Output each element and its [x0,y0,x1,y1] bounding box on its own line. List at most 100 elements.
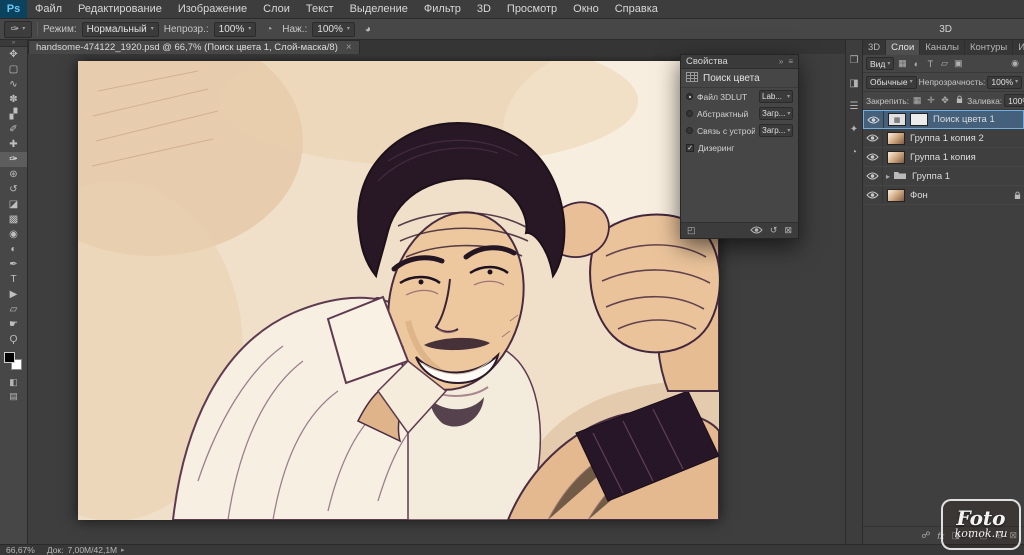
marquee-tool[interactable]: ▢ [0,62,27,77]
tab-paths[interactable]: Контуры [965,40,1013,55]
clip-to-layer-button[interactable]: ◰ [687,225,696,236]
collapsed-panel-icon[interactable]: ☰ [848,100,861,113]
clone-stamp-tool[interactable]: ⊛ [0,167,27,182]
dodge-tool[interactable]: ◐ [0,242,27,257]
tab-history[interactable]: История [1013,40,1024,55]
layer-visibility-toggle[interactable] [863,129,883,147]
collapsed-panel-icon[interactable]: ◔ [848,146,861,159]
abstract-radio[interactable] [686,110,693,117]
document-tab[interactable]: handsome-474122_1920.psd @ 66,7% (Поиск … [28,40,360,54]
layer-visibility-toggle[interactable] [863,167,883,185]
quick-mask-button[interactable]: ◧ [0,375,27,389]
status-arrow-icon[interactable]: ▸ [121,546,125,554]
3dlut-file-select[interactable]: Lab...▾ [759,90,793,103]
menu-help[interactable]: Справка [607,0,666,18]
layer-thumbnail[interactable] [887,151,905,164]
menu-filter[interactable]: Фильтр [416,0,469,18]
3dlut-file-radio[interactable] [686,93,693,100]
document-canvas[interactable] [78,61,719,520]
layer-filter-select[interactable]: Вид▾ [866,57,894,70]
abstract-select[interactable]: Загр...▾ [759,107,793,120]
lock-transparency-icon[interactable]: ▦ [911,95,923,106]
layer-thumbnail[interactable] [887,132,905,145]
zoom-level[interactable]: 66,67% [6,545,35,555]
smart-object-filter-icon[interactable]: ▣ [952,58,964,69]
group-expand-caret[interactable]: ▸ [883,172,893,181]
layer-opacity-select[interactable]: 100%▾ [987,76,1022,89]
menu-window[interactable]: Окно [565,0,607,18]
flow-select[interactable]: 100%▾ [312,22,355,37]
eyedropper-tool[interactable]: ✐ [0,122,27,137]
menu-select[interactable]: Выделение [342,0,416,18]
screen-mode-button[interactable]: ▤ [0,389,27,403]
layer-visibility-toggle[interactable] [864,111,884,128]
document-sizes[interactable]: Док: 7,00M/42,1M ▸ [47,545,125,555]
menu-file[interactable]: Файл [27,0,70,18]
lasso-tool[interactable]: ∿ [0,77,27,92]
layer-row-color-lookup[interactable]: ▦ Поиск цвета 1 [863,110,1024,129]
lock-pixels-icon[interactable]: ✛ [925,95,937,106]
device-link-select[interactable]: Загр...▾ [759,124,793,137]
properties-title-bar[interactable]: Свойства » ≡ [681,55,798,69]
menu-view[interactable]: Просмотр [499,0,565,18]
pen-tool[interactable]: ✒ [0,257,27,272]
layer-mask-thumbnail[interactable] [910,113,928,126]
lock-all-icon[interactable] [953,95,965,106]
eraser-tool[interactable]: ◪ [0,197,27,212]
tab-layers[interactable]: Слои [886,40,920,55]
menu-image[interactable]: Изображение [170,0,255,18]
delete-adjustment-button[interactable]: ⊠ [784,225,792,236]
layer-blend-mode-select[interactable]: Обычные▾ [866,76,917,89]
airbrush-icon[interactable]: ◕ [360,24,376,35]
rectangle-tool[interactable]: ▱ [0,302,27,317]
adjustment-layer-thumbnail[interactable]: ▦ [888,113,906,126]
menu-type[interactable]: Текст [298,0,342,18]
tab-channels[interactable]: Каналы [920,40,965,55]
history-brush-tool[interactable]: ↺ [0,182,27,197]
brush-tool[interactable]: ✑ [0,152,27,167]
link-layers-button[interactable]: ☍ [921,530,930,541]
collapsed-panel-icon[interactable]: ✦ [848,123,861,136]
fill-select[interactable]: 100%▾ [1004,94,1024,107]
zoom-tool[interactable]: Ϙ [0,332,27,347]
panel-menu-icon[interactable]: ≡ [788,57,793,66]
visibility-toggle-button[interactable] [750,226,763,236]
layer-row-group-copy2[interactable]: Группа 1 копия 2 [863,129,1024,148]
tool-preset-picker[interactable]: ✑▾ [4,21,32,38]
blur-tool[interactable]: ◉ [0,227,27,242]
toolbar-grip[interactable]: » [0,40,27,47]
gradient-tool[interactable]: ▩ [0,212,27,227]
hand-tool[interactable]: ☛ [0,317,27,332]
type-filter-icon[interactable]: T [924,59,936,69]
opacity-select[interactable]: 100%▾ [214,22,257,37]
device-link-radio[interactable] [686,127,693,134]
menu-edit[interactable]: Редактирование [70,0,170,18]
pressure-opacity-icon[interactable]: ◔ [261,24,277,35]
pixel-filter-icon[interactable]: ▦ [896,58,908,69]
tab-3d[interactable]: 3D [863,40,886,55]
layer-visibility-toggle[interactable] [863,186,883,204]
path-selection-tool[interactable]: ▶ [0,287,27,302]
layer-row-group-copy[interactable]: Группа 1 копия [863,148,1024,167]
layer-thumbnail[interactable] [887,189,905,202]
layer-row-background[interactable]: Фон [863,186,1024,205]
lock-position-icon[interactable]: ✥ [939,95,951,106]
collapsed-panel-icon[interactable]: ❐ [848,54,861,67]
filter-toggle-icon[interactable]: ◉ [1009,58,1021,69]
layer-visibility-toggle[interactable] [863,148,883,166]
workspace-switcher[interactable]: 3D [931,22,960,37]
layer-row-group[interactable]: ▸ Группа 1 [863,167,1024,186]
shape-filter-icon[interactable]: ▱ [938,58,950,69]
foreground-color-swatch[interactable] [4,352,15,363]
quick-selection-tool[interactable]: ✽ [0,92,27,107]
adjustment-filter-icon[interactable]: ◐ [910,59,922,69]
type-tool[interactable]: T [0,272,27,287]
crop-tool[interactable]: ▞ [0,107,27,122]
blend-mode-select[interactable]: Нормальный▾ [82,22,159,37]
menu-layers[interactable]: Слои [255,0,298,18]
reset-button[interactable]: ↺ [770,225,778,236]
dither-checkbox[interactable]: ✓ [686,144,694,152]
move-tool[interactable]: ✥ [0,47,27,62]
close-icon[interactable]: × [346,42,352,53]
healing-brush-tool[interactable]: ✚ [0,137,27,152]
